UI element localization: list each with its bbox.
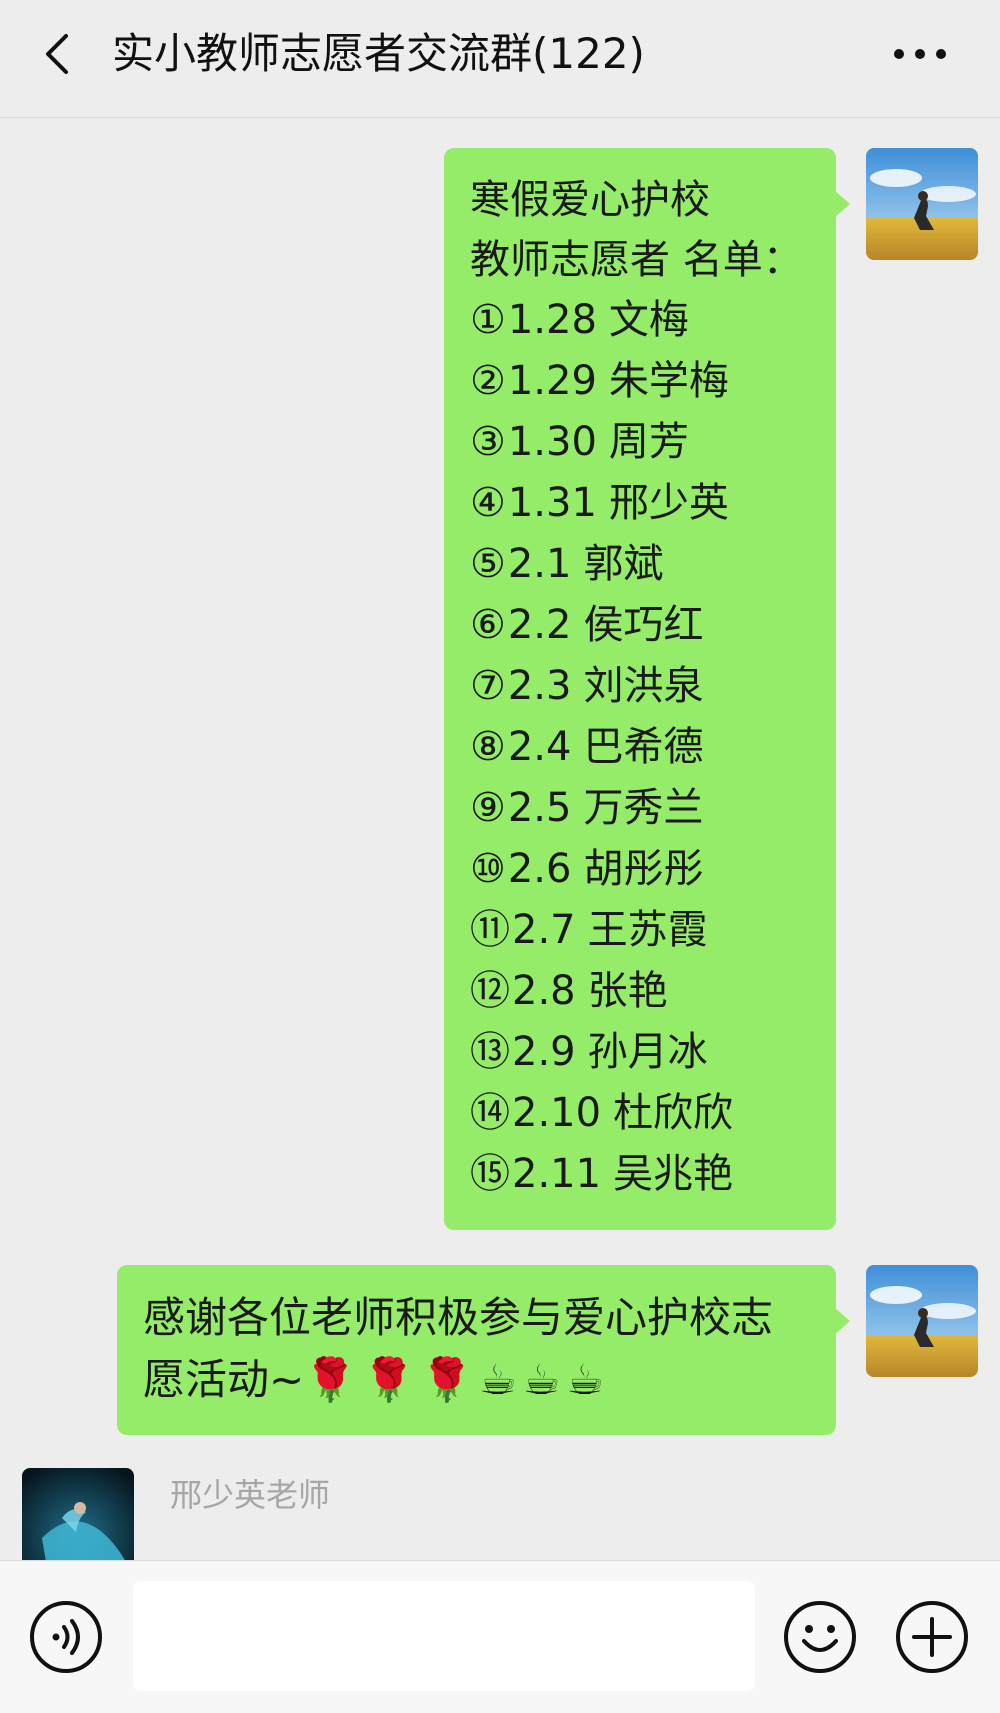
- message-bubble-thanks[interactable]: 感谢各位老师积极参与爱心护校志愿活动~🌹🌹🌹☕☕☕: [117, 1265, 850, 1435]
- roster-number: ③: [470, 419, 506, 465]
- landscape-avatar-icon: [866, 148, 978, 260]
- roster-date: 1.31: [507, 480, 597, 526]
- roster-name: 文梅: [608, 297, 689, 343]
- smiley-icon: [784, 1601, 856, 1673]
- roster-number: ⑫: [470, 968, 510, 1014]
- roster-number: ⑥: [470, 602, 506, 648]
- roster-number: ①: [470, 297, 506, 343]
- roster-name: 吴兆艳: [613, 1151, 734, 1197]
- message-list[interactable]: 寒假爱心护校 教师志愿者 名单： ①1.28 文梅 ②1.29 朱学梅 ③1.30 周…: [0, 118, 1000, 1560]
- roster-date: 2.4: [507, 724, 572, 770]
- dancer-avatar-icon: [22, 1468, 134, 1560]
- thanks-message: 感谢各位老师积极参与爱心护校志愿活动~🌹🌹🌹☕☕☕: [143, 1287, 810, 1411]
- volunteer-roster: ①1.28 文梅 ②1.29 朱学梅 ③1.30 周芳 ④1.31 邢少英 ⑤2.1 郭斌…: [470, 290, 810, 1205]
- roster-name: 巴希德: [583, 724, 704, 770]
- voice-button[interactable]: [26, 1597, 106, 1677]
- roster-date: 2.1: [507, 541, 572, 587]
- roster-number: ⑬: [470, 1029, 510, 1075]
- landscape-avatar-icon: [866, 1265, 978, 1377]
- roster-date: 2.3: [507, 663, 572, 709]
- roster-item: ⑦2.3 刘洪泉: [470, 656, 810, 717]
- plus-button[interactable]: [892, 1597, 972, 1677]
- roster-name: 万秀兰: [583, 785, 704, 831]
- roster-item: ⑮2.11 吴兆艳: [470, 1144, 810, 1205]
- sender-avatar[interactable]: [22, 1468, 134, 1560]
- roster-name: 周芳: [608, 419, 689, 465]
- roster-item: ⑫2.8 张艳: [470, 961, 810, 1022]
- roster-date: 2.6: [507, 846, 572, 892]
- sender-name: 邢少英老师: [170, 1476, 331, 1514]
- roster-number: ⑪: [470, 907, 510, 953]
- roster-item: ①1.28 文梅: [470, 290, 810, 351]
- roster-date: 1.28: [507, 297, 597, 343]
- roster-name: 邢少英: [608, 480, 729, 526]
- roster-date: 2.8: [512, 968, 576, 1014]
- roster-number: ⑦: [470, 663, 506, 709]
- message-input[interactable]: [133, 1581, 755, 1691]
- chat-title: 实小教师志愿者交流群(122): [112, 29, 645, 78]
- roster-item: ⑥2.2 侯巧红: [470, 595, 810, 656]
- roster-number: ⑤: [470, 541, 506, 587]
- message-bubble-roster[interactable]: 寒假爱心护校 教师志愿者 名单： ①1.28 文梅 ②1.29 朱学梅 ③1.30 周…: [444, 148, 850, 1230]
- ellipsis-icon: [894, 49, 946, 59]
- roster-number: ⑧: [470, 724, 506, 770]
- roster-title-line-2: 教师志愿者 名单：: [470, 237, 803, 283]
- roster-name: 张艳: [587, 968, 668, 1014]
- roster-number: ⑭: [470, 1090, 510, 1136]
- my-avatar[interactable]: [866, 1265, 978, 1377]
- roster-item: ⑧2.4 巴希德: [470, 717, 810, 778]
- roster-date: 2.5: [507, 785, 572, 831]
- emoji-button[interactable]: [780, 1597, 860, 1677]
- roster-date: 2.7: [512, 907, 576, 953]
- roster-title-line-1: 寒假爱心护校: [470, 177, 710, 223]
- roster-name: 孙月冰: [587, 1029, 708, 1075]
- chevron-left-icon: [46, 34, 68, 74]
- roster-number: ④: [470, 480, 506, 526]
- roster-item: ④1.31 邢少英: [470, 473, 810, 534]
- roster-item: ⑪2.7 王苏霞: [470, 900, 810, 961]
- roster-name: 侯巧红: [583, 602, 704, 648]
- roster-item: ⑩2.6 胡彤彤: [470, 839, 810, 900]
- rose-coffee-emoji: 🌹🌹🌹☕☕☕: [304, 1355, 611, 1404]
- roster-date: 2.10: [512, 1090, 602, 1136]
- more-button[interactable]: [880, 24, 960, 84]
- roster-date: 2.2: [507, 602, 572, 648]
- roster-name: 王苏霞: [587, 907, 708, 953]
- back-button[interactable]: [28, 24, 88, 84]
- roster-name: 杜欣欣: [613, 1090, 734, 1136]
- roster-item: ②1.29 朱学梅: [470, 351, 810, 412]
- roster-date: 2.11: [512, 1151, 602, 1197]
- voice-icon: [30, 1601, 102, 1673]
- roster-item: ⑭2.10 杜欣欣: [470, 1083, 810, 1144]
- roster-number: ⑮: [470, 1151, 510, 1197]
- roster-date: 2.9: [512, 1029, 576, 1075]
- roster-name: 刘洪泉: [583, 663, 704, 709]
- input-bar: [0, 1560, 1000, 1713]
- roster-item: ⑨2.5 万秀兰: [470, 778, 810, 839]
- roster-item: ⑤2.1 郭斌: [470, 534, 810, 595]
- chat-header: 实小教师志愿者交流群(122): [0, 0, 1000, 118]
- roster-number: ⑨: [470, 785, 506, 831]
- roster-date: 1.29: [507, 358, 597, 404]
- plus-icon: [896, 1601, 968, 1673]
- roster-item: ③1.30 周芳: [470, 412, 810, 473]
- roster-item: ⑬2.9 孙月冰: [470, 1022, 810, 1083]
- roster-number: ⑩: [470, 846, 506, 892]
- roster-number: ②: [470, 358, 506, 404]
- roster-date: 1.30: [507, 419, 597, 465]
- roster-name: 胡彤彤: [583, 846, 704, 892]
- my-avatar[interactable]: [866, 148, 978, 260]
- roster-name: 朱学梅: [608, 358, 729, 404]
- roster-name: 郭斌: [583, 541, 664, 587]
